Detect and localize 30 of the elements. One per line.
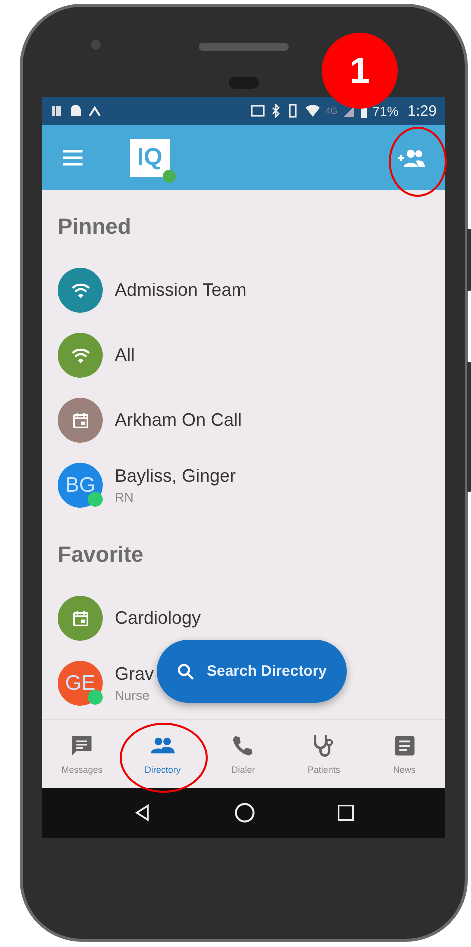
avatar: GE	[58, 661, 103, 706]
contact-role: RN	[115, 490, 135, 505]
nav-tab[interactable]: Dialer	[203, 720, 284, 788]
calendar-icon	[70, 608, 90, 628]
calendar-icon	[70, 410, 90, 430]
home-icon[interactable]	[234, 802, 256, 824]
app-logo: IQ	[130, 138, 170, 176]
wifi-icon	[304, 104, 321, 118]
search-icon	[176, 662, 195, 680]
contact-name: Admission Team	[115, 280, 247, 301]
presence-dot	[163, 170, 176, 182]
bluetooth-icon	[270, 104, 281, 118]
clock-time: 1:29	[408, 102, 437, 120]
nav-tab[interactable]: Messages	[42, 720, 123, 788]
contact-name: Cardiology	[115, 608, 202, 629]
contact-name: Bayliss, Ginger	[115, 466, 236, 487]
highlight-circle	[389, 127, 447, 197]
contact-name: All	[115, 345, 136, 366]
overview-icon[interactable]	[336, 804, 354, 822]
section-header: Favorite	[58, 541, 145, 569]
contact-role: Nurse	[115, 688, 151, 703]
contact-name: Arkham On Call	[115, 410, 242, 431]
network-type: 4G	[326, 106, 338, 116]
section-header: Pinned	[58, 213, 132, 241]
nav-tab[interactable]: Directory	[122, 720, 204, 788]
avatar: BG	[58, 463, 103, 508]
nav-tab[interactable]: Patients	[284, 720, 364, 788]
contact-name: Grav	[115, 664, 154, 685]
search-directory-button[interactable]: Search Directory	[157, 640, 347, 703]
nav-tab[interactable]: News	[364, 720, 445, 788]
